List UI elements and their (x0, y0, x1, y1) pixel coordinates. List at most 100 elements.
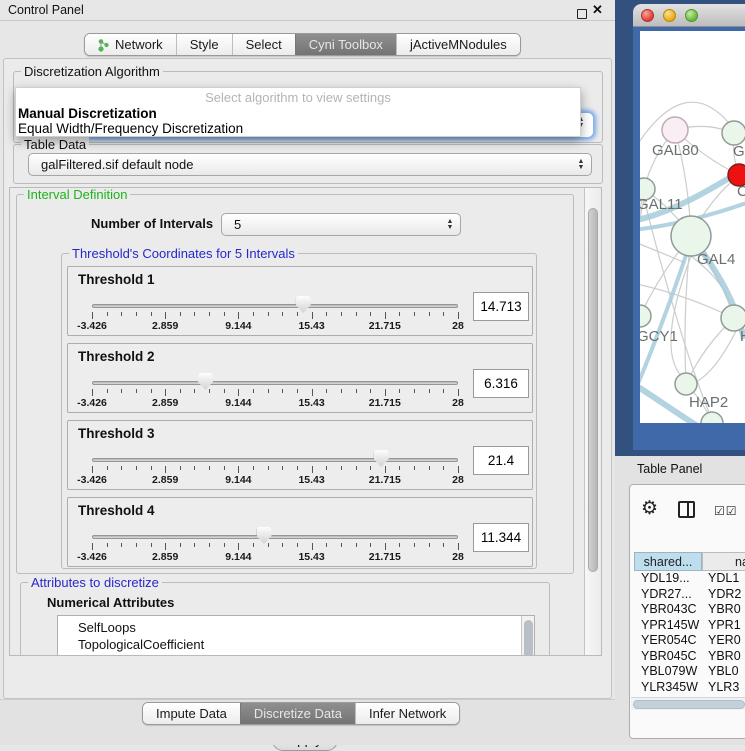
numerical-attributes-list[interactable]: SelfLoopsTopologicalCoefficientBetweenne… (57, 615, 535, 656)
slider-track[interactable] (92, 458, 458, 462)
attribute-item-betweennesscentrality[interactable]: BetweennessCentrality (58, 653, 534, 656)
table-row[interactable]: YDR27...YDR2 (634, 587, 745, 603)
vertical-scrollbar[interactable] (584, 188, 601, 655)
threshold-panel-1: Threshold 1-3.4262.8599.14415.4321.71528… (67, 266, 533, 336)
node-HAP2[interactable] (675, 373, 697, 395)
attributes-scrollbar-thumb[interactable] (524, 620, 533, 656)
column-header-name[interactable]: na (702, 552, 745, 571)
cell-name[interactable]: YBR0 (702, 649, 745, 665)
table-row[interactable]: YDL19...YDL1 (634, 571, 745, 587)
table-row[interactable]: YBR043CYBR0 (634, 602, 745, 618)
cell-shared-name[interactable]: YDL19... (634, 571, 702, 587)
cell-name[interactable]: YBL0 (702, 664, 745, 680)
cell-name[interactable]: YDL1 (702, 571, 745, 587)
attributes-scrollbar[interactable] (521, 616, 534, 656)
number-of-intervals-label: Number of Intervals (91, 216, 213, 231)
table-row[interactable]: YLR345WYLR3 (634, 680, 745, 696)
algorithm-option-manual[interactable]: Manual Discretization (18, 106, 157, 121)
slider-thumb[interactable] (198, 373, 213, 390)
slider-track[interactable] (92, 535, 458, 539)
split-columns-icon[interactable] (678, 501, 695, 518)
threshold-label: Threshold 1 (78, 272, 155, 287)
slider-ticks (92, 389, 458, 397)
node-label-C: C (737, 183, 745, 200)
threshold-label: Threshold 4 (78, 503, 155, 518)
zoom-traffic-light[interactable] (685, 9, 698, 22)
cell-shared-name[interactable]: YBL079W (634, 664, 702, 680)
slider-ticks (92, 543, 458, 551)
gear-icon[interactable]: ⚙ (641, 497, 658, 520)
table-row[interactable]: YBL079WYBL0 (634, 664, 745, 680)
node-n9[interactable] (701, 412, 723, 423)
slider-thumb[interactable] (296, 296, 311, 313)
threshold-value-field[interactable]: 6.316 (473, 369, 529, 398)
slider-thumb[interactable] (374, 450, 389, 467)
cell-name[interactable]: YER0 (702, 633, 745, 649)
edge-curve[interactable] (640, 283, 725, 314)
tab-discretize-data[interactable]: Discretize Data (240, 703, 355, 724)
control-panel: Control Panel ✕ NetworkStyleSelectCyni T… (0, 0, 615, 745)
tab-network[interactable]: Network (85, 34, 176, 55)
attribute-item-selfloops[interactable]: SelfLoops (58, 619, 534, 636)
slider-thumb[interactable] (257, 527, 272, 544)
cell-shared-name[interactable]: YDR27... (634, 587, 702, 603)
tab-label: Discretize Data (254, 706, 342, 721)
slider-track[interactable] (92, 304, 458, 308)
cell-shared-name[interactable]: YBR043C (634, 602, 702, 618)
table-data-value: galFiltered.sif default node (29, 157, 573, 172)
close-icon[interactable]: ✕ (592, 2, 603, 18)
vertical-scrollbar-thumb[interactable] (588, 208, 598, 572)
tab-label: jActiveMNodules (410, 37, 507, 52)
node-label-GAL11: GAL11 (640, 196, 683, 213)
minimize-traffic-light[interactable] (663, 9, 676, 22)
threshold-value-field[interactable]: 14.713 (473, 292, 529, 321)
tab-label: Select (246, 37, 282, 52)
tab-style[interactable]: Style (176, 34, 232, 55)
node-GAL4[interactable] (671, 216, 711, 256)
slider-ticks (92, 466, 458, 474)
cell-shared-name[interactable]: YPR145W (634, 618, 702, 634)
threshold-value-field[interactable]: 11.344 (473, 523, 529, 552)
tab-select[interactable]: Select (232, 34, 295, 55)
network-window-titlebar[interactable] (633, 4, 745, 27)
node-GAL80[interactable] (662, 117, 688, 143)
close-traffic-light[interactable] (641, 9, 654, 22)
cell-shared-name[interactable]: YER054C (634, 633, 702, 649)
attribute-item-topologicalcoefficient[interactable]: TopologicalCoefficient (58, 636, 534, 653)
number-of-intervals-combo[interactable]: 5 ▲▼ (221, 213, 461, 236)
float-window-icon[interactable] (577, 9, 587, 19)
table-row[interactable]: YPR145WYPR1 (634, 618, 745, 634)
network-canvas[interactable]: GAL80GCGAL11GAL4GCY1HHAP2 (640, 31, 745, 423)
group-title-table-data: Table Data (21, 137, 89, 152)
cell-shared-name[interactable]: YBR045C (634, 649, 702, 665)
table-data-combo[interactable]: galFiltered.sif default node ▲▼ (28, 153, 592, 176)
slider-track[interactable] (92, 381, 458, 385)
combo-stepper-icon: ▲▼ (573, 159, 591, 170)
table-horizontal-scrollbar[interactable] (631, 697, 745, 710)
table-row[interactable]: YBR045CYBR0 (634, 649, 745, 665)
tab-impute-data[interactable]: Impute Data (143, 703, 240, 724)
cell-name[interactable]: YLR3 (702, 680, 745, 696)
select-columns-icon[interactable]: ☑☑ (714, 504, 738, 518)
tab-infer-network[interactable]: Infer Network (355, 703, 459, 724)
group-title-interval: Interval Definition (24, 187, 130, 202)
cell-name[interactable]: YBR0 (702, 602, 745, 618)
cell-name[interactable]: YDR2 (702, 587, 745, 603)
node-GCY1[interactable] (640, 305, 651, 327)
tab-label: Style (190, 37, 219, 52)
table-row[interactable]: YER054CYER0 (634, 633, 745, 649)
node-G[interactable] (722, 121, 745, 145)
node-label-G: G (733, 143, 745, 160)
table-rows: YDL19...YDL1YDR27...YDR2YBR043CYBR0YPR14… (634, 571, 745, 711)
algorithm-option-equal-width[interactable]: Equal Width/Frequency Discretization (18, 121, 243, 136)
table-horizontal-scrollbar-thumb[interactable] (633, 700, 745, 709)
settings-scrollpane: Interval Definition Number of Intervals … (9, 187, 602, 656)
cell-shared-name[interactable]: YLR345W (634, 680, 702, 696)
tab-cyni-toolbox[interactable]: Cyni Toolbox (295, 34, 396, 55)
thresholds-group: Threshold's Coordinates for 5 Intervals … (61, 253, 537, 569)
threshold-value-field[interactable]: 21.4 (473, 446, 529, 475)
tab-jactivemnodules[interactable]: jActiveMNodules (396, 34, 520, 55)
cell-name[interactable]: YPR1 (702, 618, 745, 634)
network-graph[interactable]: GAL80GCGAL11GAL4GCY1HHAP2 (640, 31, 745, 423)
column-header-shared[interactable]: shared... (634, 552, 702, 571)
